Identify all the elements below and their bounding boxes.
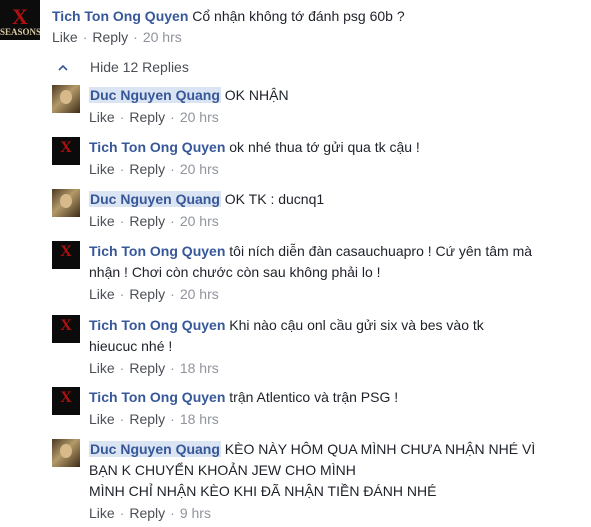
avatar-duc[interactable] bbox=[52, 189, 80, 217]
comment-actions: Like · Reply · 20 hrs bbox=[52, 29, 182, 45]
reply-text-line2: MÌNH CHỈ NHẬN KÈO KHI ĐÃ NHẬN TIỀN ĐÁNH … bbox=[89, 483, 437, 499]
avatar-seasons-logo[interactable]: X bbox=[52, 137, 80, 165]
reply-actions: Like · Reply · 18 hrs bbox=[89, 360, 219, 376]
avatar-seasons-logo[interactable]: X bbox=[52, 241, 80, 269]
reply-actions: Like · Reply · 20 hrs bbox=[89, 109, 219, 125]
reply-body: Tich Ton Ong Quyen trận Atlentico và trậ… bbox=[89, 387, 561, 408]
reply-link[interactable]: Reply bbox=[129, 286, 165, 302]
like-link[interactable]: Like bbox=[89, 161, 115, 177]
reply-actions: Like · Reply · 18 hrs bbox=[89, 411, 219, 427]
reply-actions: Like · Reply · 20 hrs bbox=[89, 213, 219, 229]
timestamp[interactable]: 20 hrs bbox=[180, 213, 219, 229]
like-link[interactable]: Like bbox=[89, 286, 115, 302]
reply-link[interactable]: Reply bbox=[129, 161, 165, 177]
top-comment: X SEASONS Tich Ton Ong Quyen Cổ nhận khô… bbox=[0, 0, 591, 50]
avatar-duc[interactable] bbox=[52, 85, 80, 113]
timestamp[interactable]: 20 hrs bbox=[180, 109, 219, 125]
timestamp[interactable]: 20 hrs bbox=[180, 161, 219, 177]
like-link[interactable]: Like bbox=[89, 360, 115, 376]
avatar-duc[interactable] bbox=[52, 439, 80, 467]
timestamp[interactable]: 18 hrs bbox=[180, 360, 219, 376]
reply-link[interactable]: Reply bbox=[129, 411, 165, 427]
reply-body: Tich Ton Ong Quyen tôi ních diễn đàn cas… bbox=[89, 241, 551, 283]
like-link[interactable]: Like bbox=[89, 505, 115, 521]
timestamp[interactable]: 20 hrs bbox=[143, 29, 182, 45]
comment-body: Tich Ton Ong Quyen Cổ nhận không tớ đánh… bbox=[52, 6, 561, 27]
reply-author[interactable]: Duc Nguyen Quang bbox=[89, 441, 221, 457]
like-link[interactable]: Like bbox=[89, 109, 115, 125]
reply-author[interactable]: Tich Ton Ong Quyen bbox=[89, 139, 225, 155]
reply-author[interactable]: Duc Nguyen Quang bbox=[89, 87, 221, 103]
reply-author[interactable]: Tich Ton Ong Quyen bbox=[89, 243, 225, 259]
hide-replies-label: Hide 12 Replies bbox=[90, 59, 189, 75]
avatar-seasons-logo[interactable]: X bbox=[52, 315, 80, 343]
chevron-up-icon bbox=[58, 65, 68, 71]
reply-actions: Like · Reply · 20 hrs bbox=[89, 161, 219, 177]
timestamp[interactable]: 20 hrs bbox=[180, 286, 219, 302]
reply-author[interactable]: Tich Ton Ong Quyen bbox=[89, 389, 225, 405]
reply-text: ok nhé thua tớ gửi qua tk cậu ! bbox=[229, 139, 420, 155]
comment-author[interactable]: Tich Ton Ong Quyen bbox=[52, 8, 188, 24]
avatar-seasons-logo[interactable]: X SEASONS bbox=[0, 0, 40, 40]
comment-text: Cổ nhận không tớ đánh psg 60b ? bbox=[192, 8, 405, 24]
reply-body: Duc Nguyen Quang KÈO NÀY HÔM QUA MÌNH CH… bbox=[89, 439, 561, 502]
reply-body: Duc Nguyen Quang OK TK : ducnq1 bbox=[89, 189, 561, 210]
seasons-logo-x: X bbox=[12, 4, 28, 29]
avatar-seasons-logo[interactable]: X bbox=[52, 387, 80, 415]
reply-link[interactable]: Reply bbox=[129, 213, 165, 229]
reply-body: Tich Ton Ong Quyen ok nhé thua tớ gửi qu… bbox=[89, 137, 561, 158]
reply-text: trận Atlentico và trận PSG ! bbox=[229, 389, 399, 405]
reply-body: Duc Nguyen Quang OK NHẬN bbox=[89, 85, 561, 106]
like-link[interactable]: Like bbox=[52, 29, 78, 45]
reply-author[interactable]: Duc Nguyen Quang bbox=[89, 191, 221, 207]
hide-replies-toggle[interactable]: Hide 12 Replies bbox=[58, 57, 189, 77]
seasons-logo-text: SEASONS bbox=[0, 27, 40, 37]
timestamp[interactable]: 9 hrs bbox=[180, 505, 211, 521]
reply-actions: Like · Reply · 20 hrs bbox=[89, 286, 219, 302]
reply-text: OK NHẬN bbox=[224, 87, 289, 103]
reply-body: Tich Ton Ong Quyen Khi nào cậu onl cầu g… bbox=[89, 315, 521, 357]
reply-author[interactable]: Tich Ton Ong Quyen bbox=[89, 317, 225, 333]
reply-link[interactable]: Reply bbox=[129, 109, 165, 125]
reply-text: OK TK : ducnq1 bbox=[224, 191, 325, 207]
reply-link[interactable]: Reply bbox=[129, 360, 165, 376]
timestamp[interactable]: 18 hrs bbox=[180, 411, 219, 427]
like-link[interactable]: Like bbox=[89, 213, 115, 229]
reply-actions: Like · Reply · 9 hrs bbox=[89, 505, 211, 521]
reply-link[interactable]: Reply bbox=[92, 29, 128, 45]
reply-link[interactable]: Reply bbox=[129, 505, 165, 521]
like-link[interactable]: Like bbox=[89, 411, 115, 427]
